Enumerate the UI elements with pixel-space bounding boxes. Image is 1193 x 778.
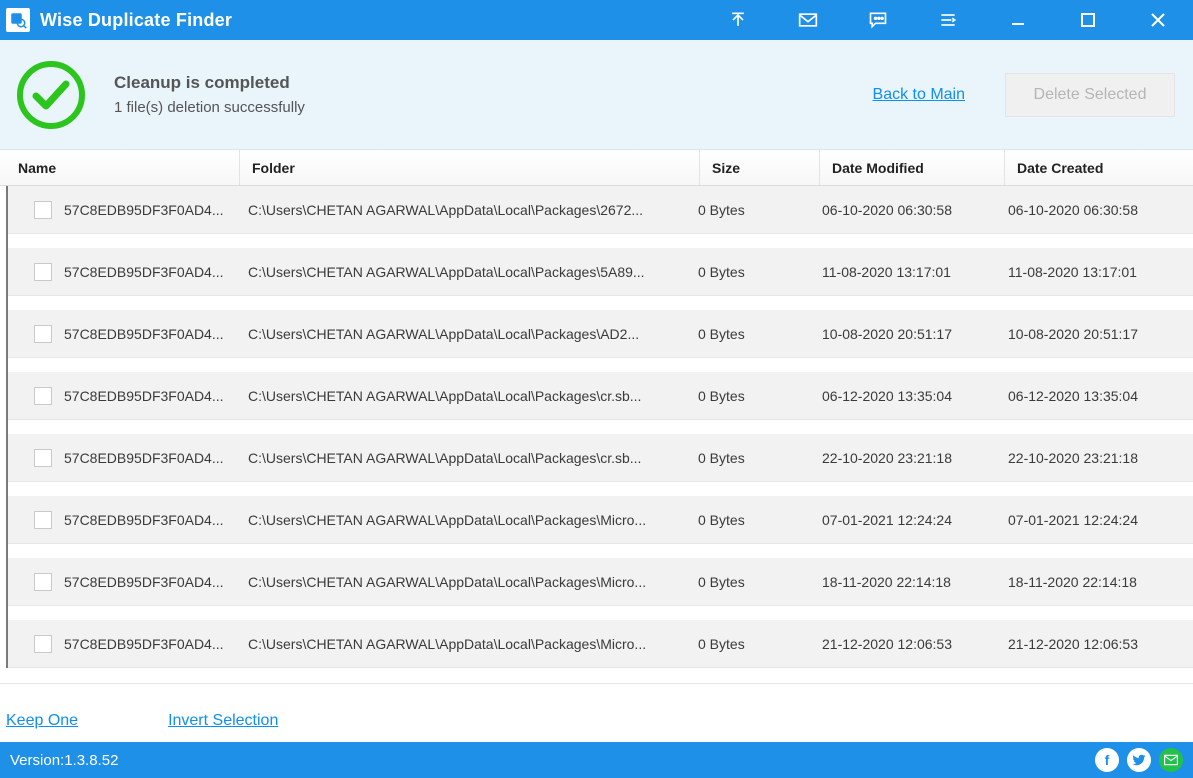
titlebar: Wise Duplicate Finder <box>0 0 1193 40</box>
row-checkbox[interactable] <box>34 325 52 343</box>
header-size[interactable]: Size <box>700 150 820 185</box>
cell-name: 57C8EDB95DF3F0AD4... <box>64 450 244 466</box>
cell-size: 0 Bytes <box>698 512 822 528</box>
cell-folder: C:\Users\CHETAN AGARWAL\AppData\Local\Pa… <box>244 636 698 652</box>
mail-icon[interactable] <box>773 0 843 40</box>
table-row[interactable]: 57C8EDB95DF3F0AD4... C:\Users\CHETAN AGA… <box>8 310 1193 358</box>
version-label: Version:1.3.8.52 <box>10 752 118 769</box>
success-check-icon <box>16 60 86 130</box>
row-checkbox[interactable] <box>34 387 52 405</box>
cell-modified: 11-08-2020 13:17:01 <box>822 264 1008 280</box>
cell-size: 0 Bytes <box>698 636 822 652</box>
header-created[interactable]: Date Created <box>1005 150 1193 185</box>
table-row[interactable]: 57C8EDB95DF3F0AD4... C:\Users\CHETAN AGA… <box>8 186 1193 234</box>
app-title: Wise Duplicate Finder <box>40 10 232 31</box>
cell-created: 06-12-2020 13:35:04 <box>1008 388 1193 404</box>
banner-title: Cleanup is completed <box>114 73 873 93</box>
header-name[interactable]: Name <box>0 150 240 185</box>
header-folder[interactable]: Folder <box>240 150 700 185</box>
cell-modified: 06-10-2020 06:30:58 <box>822 202 1008 218</box>
cleanup-banner: Cleanup is completed 1 file(s) deletion … <box>0 40 1193 150</box>
cell-name: 57C8EDB95DF3F0AD4... <box>64 388 244 404</box>
keep-one-link[interactable]: Keep One <box>6 712 78 730</box>
row-checkbox[interactable] <box>34 449 52 467</box>
menu-icon[interactable] <box>913 0 983 40</box>
header-modified[interactable]: Date Modified <box>820 150 1005 185</box>
cell-name: 57C8EDB95DF3F0AD4... <box>64 574 244 590</box>
row-checkbox[interactable] <box>34 201 52 219</box>
cell-folder: C:\Users\CHETAN AGARWAL\AppData\Local\Pa… <box>244 264 698 280</box>
twitter-icon[interactable] <box>1127 748 1151 772</box>
column-headers: Name Folder Size Date Modified Date Crea… <box>0 150 1193 186</box>
cell-modified: 18-11-2020 22:14:18 <box>822 574 1008 590</box>
cell-created: 07-01-2021 12:24:24 <box>1008 512 1193 528</box>
cell-folder: C:\Users\CHETAN AGARWAL\AppData\Local\Pa… <box>244 388 698 404</box>
row-checkbox[interactable] <box>34 573 52 591</box>
cell-created: 22-10-2020 23:21:18 <box>1008 450 1193 466</box>
cell-size: 0 Bytes <box>698 388 822 404</box>
cell-modified: 21-12-2020 12:06:53 <box>822 636 1008 652</box>
cell-name: 57C8EDB95DF3F0AD4... <box>64 202 244 218</box>
table-row[interactable]: 57C8EDB95DF3F0AD4... C:\Users\CHETAN AGA… <box>8 248 1193 296</box>
cell-size: 0 Bytes <box>698 202 822 218</box>
table-row[interactable]: 57C8EDB95DF3F0AD4... C:\Users\CHETAN AGA… <box>8 620 1193 668</box>
invert-selection-link[interactable]: Invert Selection <box>168 712 278 730</box>
cell-modified: 06-12-2020 13:35:04 <box>822 388 1008 404</box>
cell-name: 57C8EDB95DF3F0AD4... <box>64 326 244 342</box>
table-row[interactable]: 57C8EDB95DF3F0AD4... C:\Users\CHETAN AGA… <box>8 434 1193 482</box>
banner-subtitle: 1 file(s) deletion successfully <box>114 99 873 116</box>
cell-folder: C:\Users\CHETAN AGARWAL\AppData\Local\Pa… <box>244 202 698 218</box>
cell-size: 0 Bytes <box>698 574 822 590</box>
close-button[interactable] <box>1123 0 1193 40</box>
table-row[interactable]: 57C8EDB95DF3F0AD4... C:\Users\CHETAN AGA… <box>8 496 1193 544</box>
facebook-icon[interactable]: f <box>1095 748 1119 772</box>
delete-selected-button[interactable]: Delete Selected <box>1005 73 1175 117</box>
table-row[interactable]: 57C8EDB95DF3F0AD4... C:\Users\CHETAN AGA… <box>8 558 1193 606</box>
statusbar: Version:1.3.8.52 f <box>0 742 1193 778</box>
cell-modified: 10-08-2020 20:51:17 <box>822 326 1008 342</box>
cell-size: 0 Bytes <box>698 450 822 466</box>
cell-created: 21-12-2020 12:06:53 <box>1008 636 1193 652</box>
results-list[interactable]: 57C8EDB95DF3F0AD4... C:\Users\CHETAN AGA… <box>0 186 1193 700</box>
cell-modified: 22-10-2020 23:21:18 <box>822 450 1008 466</box>
feedback-icon[interactable] <box>843 0 913 40</box>
cell-name: 57C8EDB95DF3F0AD4... <box>64 264 244 280</box>
cell-folder: C:\Users\CHETAN AGARWAL\AppData\Local\Pa… <box>244 574 698 590</box>
cell-modified: 07-01-2021 12:24:24 <box>822 512 1008 528</box>
cell-created: 10-08-2020 20:51:17 <box>1008 326 1193 342</box>
cell-size: 0 Bytes <box>698 264 822 280</box>
cell-name: 57C8EDB95DF3F0AD4... <box>64 636 244 652</box>
cell-folder: C:\Users\CHETAN AGARWAL\AppData\Local\Pa… <box>244 512 698 528</box>
app-icon <box>6 8 30 32</box>
cell-size: 0 Bytes <box>698 326 822 342</box>
row-checkbox[interactable] <box>34 511 52 529</box>
row-checkbox[interactable] <box>34 635 52 653</box>
cell-folder: C:\Users\CHETAN AGARWAL\AppData\Local\Pa… <box>244 450 698 466</box>
bottom-linkbar: Keep One Invert Selection <box>0 700 1193 742</box>
back-to-main-link[interactable]: Back to Main <box>873 86 965 104</box>
cell-created: 18-11-2020 22:14:18 <box>1008 574 1193 590</box>
minimize-button[interactable] <box>983 0 1053 40</box>
row-checkbox[interactable] <box>34 263 52 281</box>
cell-created: 06-10-2020 06:30:58 <box>1008 202 1193 218</box>
cell-name: 57C8EDB95DF3F0AD4... <box>64 512 244 528</box>
cell-created: 11-08-2020 13:17:01 <box>1008 264 1193 280</box>
cell-folder: C:\Users\CHETAN AGARWAL\AppData\Local\Pa… <box>244 326 698 342</box>
upgrade-icon[interactable] <box>703 0 773 40</box>
email-icon[interactable] <box>1159 748 1183 772</box>
table-row[interactable]: 57C8EDB95DF3F0AD4... C:\Users\CHETAN AGA… <box>8 372 1193 420</box>
maximize-button[interactable] <box>1053 0 1123 40</box>
